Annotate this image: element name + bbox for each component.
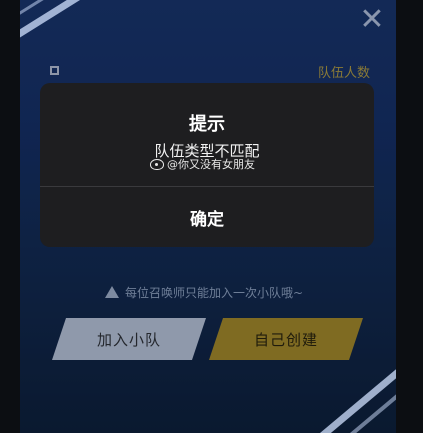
dialog-title: 提示 — [189, 114, 225, 135]
watermark: @你又没有女朋友 — [150, 156, 255, 172]
close-icon[interactable]: ✕ — [358, 5, 386, 35]
confirm-button[interactable]: 确定 — [40, 187, 374, 247]
checkbox-icon — [50, 66, 59, 75]
join-team-button[interactable]: 加入小队 — [52, 318, 206, 360]
weibo-icon — [150, 158, 164, 170]
hint-text: 每位召唤师只能加入一次小队哦~ — [125, 285, 304, 300]
create-team-button[interactable]: 自己创建 — [209, 318, 363, 360]
warning-icon — [105, 286, 119, 298]
join-limit-hint: 每位召唤师只能加入一次小队哦~ — [105, 283, 303, 301]
confirm-label: 确定 — [190, 209, 224, 230]
watermark-text: @你又没有女朋友 — [167, 158, 255, 171]
join-team-label: 加入小队 — [96, 330, 161, 349]
create-team-label: 自己创建 — [253, 330, 318, 349]
team-count-label: 队伍人数 — [317, 66, 370, 81]
